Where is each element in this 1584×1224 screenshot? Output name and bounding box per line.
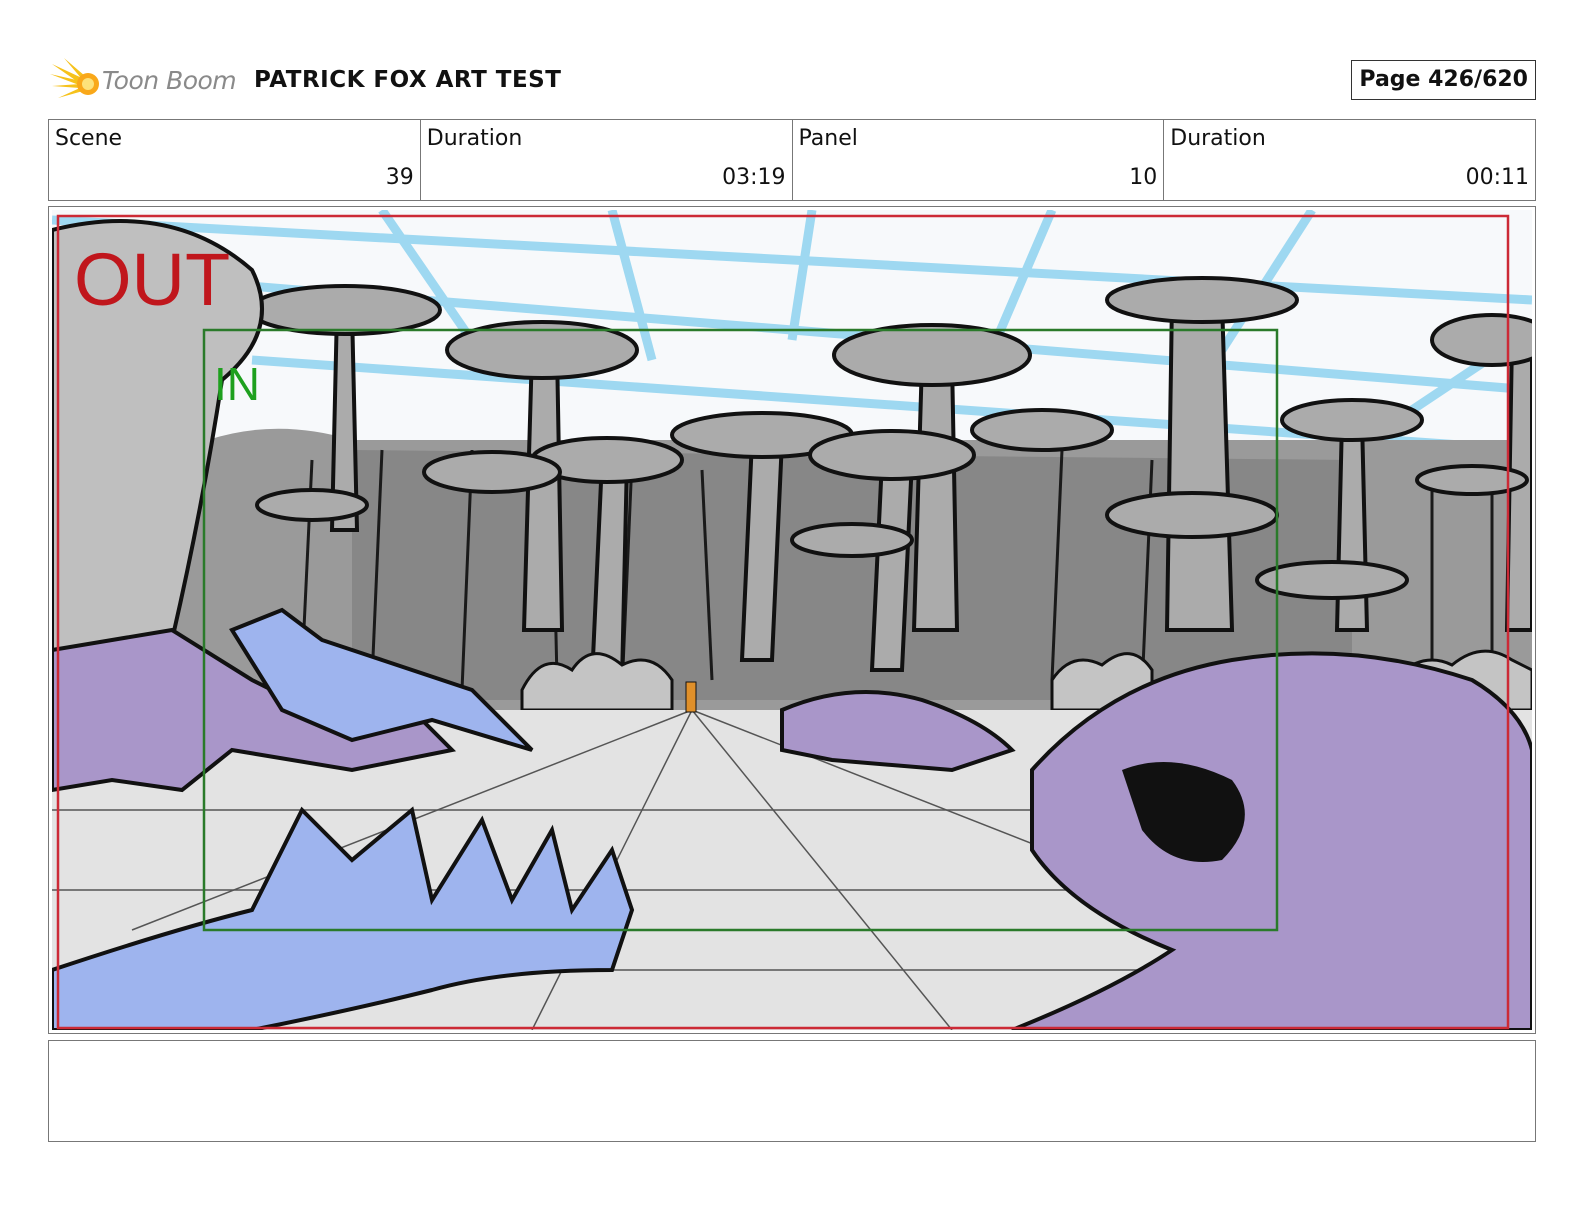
scene-duration-label: Duration xyxy=(426,126,523,151)
panel-label: Panel xyxy=(798,126,858,151)
panel-value: 10 xyxy=(1129,165,1158,190)
in-label: IN xyxy=(214,358,260,410)
scene-duration-value: 03:19 xyxy=(722,165,786,190)
scene-cell: Scene 39 xyxy=(49,120,421,200)
panel-cell: Panel 10 xyxy=(793,120,1165,200)
sunburst-icon xyxy=(50,58,99,98)
panel-duration-label: Duration xyxy=(1170,126,1266,151)
scene-duration-cell: Duration 03:19 xyxy=(421,120,793,200)
scene-info-row: Scene 39 Duration 03:19 Panel 10 Duratio… xyxy=(48,119,1536,201)
panel-artwork: OUT IN xyxy=(52,210,1532,1030)
scene-value: 39 xyxy=(385,165,414,190)
page-header: Toon Boom PATRICK FOX ART TEST Page 426/… xyxy=(48,52,1536,108)
scene-label: Scene xyxy=(55,126,123,151)
document-title: PATRICK FOX ART TEST xyxy=(254,67,562,93)
page-number: Page 426/620 xyxy=(1351,60,1536,100)
toon-boom-logo: Toon Boom xyxy=(48,54,240,106)
panel-duration-value: 00:11 xyxy=(1465,165,1529,190)
logo-text: Toon Boom xyxy=(102,66,237,95)
panel-notes-box xyxy=(48,1040,1536,1142)
panel-duration-cell: Duration 00:11 xyxy=(1164,120,1535,200)
out-label: OUT xyxy=(74,238,230,321)
storyboard-panel: OUT IN xyxy=(48,206,1536,1034)
